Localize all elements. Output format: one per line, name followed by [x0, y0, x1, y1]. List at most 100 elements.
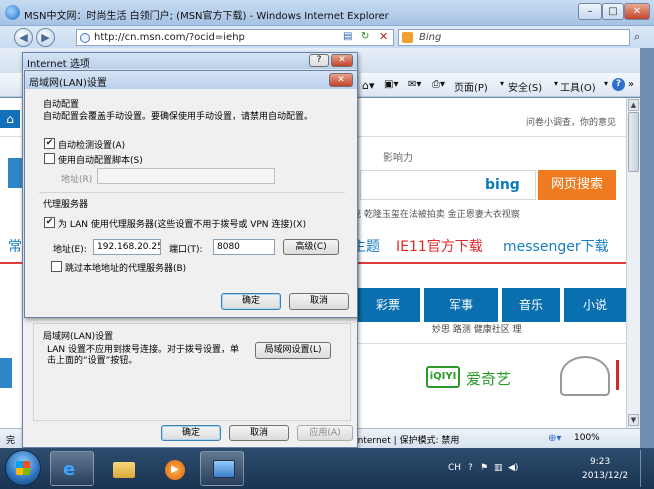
- internet-options-cancel-button[interactable]: 取消: [229, 425, 289, 441]
- tools-menu-arrow-icon[interactable]: ▾: [604, 79, 608, 88]
- msn-home-icon[interactable]: ⌂: [0, 110, 20, 128]
- browser-title-bar: MSN中文网：时尚生活 白领门户; (MSN官方下载) - Windows In…: [0, 0, 654, 26]
- auto-detect-checkbox[interactable]: ✔: [44, 138, 55, 149]
- internet-options-close-button[interactable]: ✕: [331, 54, 353, 67]
- scroll-thumb[interactable]: [628, 112, 639, 172]
- address-bar[interactable]: http://cn.msn.com/?ocid=iehp ▤ ↻ ✕: [76, 29, 394, 46]
- ie11-download-promo[interactable]: IE11官方下载: [396, 236, 483, 256]
- influence-tab[interactable]: 影响力: [383, 149, 413, 164]
- ie-app-icon: [5, 5, 20, 20]
- internet-options-help-button[interactable]: ?: [309, 54, 329, 67]
- windows-logo-icon: [16, 461, 30, 475]
- print-icon[interactable]: ⎙▾: [432, 79, 445, 90]
- proxy-heading: 代理服务器: [43, 200, 89, 210]
- refresh-icon[interactable]: ↻: [361, 31, 369, 42]
- lan-dialog-title-bar: 局域网(LAN)设置 ✕: [25, 71, 357, 89]
- bypass-local-checkbox[interactable]: [51, 261, 62, 272]
- compat-view-icon[interactable]: ▤: [343, 31, 352, 42]
- nav-tile-music[interactable]: 音乐: [502, 288, 560, 322]
- search-field[interactable]: Bing: [398, 29, 630, 46]
- taskbar-explorer-button[interactable]: [100, 451, 144, 486]
- nav-tile-novel[interactable]: 小说: [564, 288, 626, 322]
- lan-ok-button[interactable]: 确定: [221, 293, 281, 310]
- lan-description: LAN 设置不应用到拨号连接。对于拨号设置，单击上面的“设置”按钮。: [47, 345, 239, 366]
- web-search-button[interactable]: 网页搜索: [538, 170, 616, 200]
- more-chevron-icon[interactable]: »: [628, 79, 634, 90]
- iqiyi-logo-text[interactable]: 爱奇艺: [466, 368, 511, 389]
- bing-search-icon: [402, 32, 413, 43]
- clock-date[interactable]: 2013/12/2: [582, 471, 628, 481]
- volume-tray-icon[interactable]: ◀): [508, 463, 518, 473]
- partner-bird-logo[interactable]: [560, 356, 610, 396]
- sub-links[interactable]: 妙思 路测 健康社区 理: [432, 322, 522, 335]
- safety-menu[interactable]: 安全(S): [508, 79, 542, 94]
- ie-icon: e: [63, 459, 76, 480]
- auto-script-label[interactable]: 使用自动配置脚本(S): [58, 153, 143, 166]
- page-icon: [80, 33, 90, 43]
- advanced-button[interactable]: 高级(C): [283, 239, 339, 255]
- proxy-port-label: 端口(T):: [169, 245, 203, 255]
- clock-time[interactable]: 9:23: [590, 457, 610, 467]
- minimize-button[interactable]: –: [578, 3, 602, 20]
- zoom-icon[interactable]: ⊕▾: [548, 433, 561, 444]
- nav-tile-lottery[interactable]: 彩票: [356, 288, 420, 322]
- media-player-icon: ▶: [165, 460, 185, 480]
- partner-logo-fragment: [616, 360, 619, 390]
- lan-dialog-close-button[interactable]: ✕: [329, 73, 353, 87]
- internet-options-title: Internet 选项: [27, 59, 90, 70]
- use-proxy-label[interactable]: 为 LAN 使用代理服务器(这些设置不用于拨号或 VPN 连接)(X): [58, 217, 306, 230]
- feeds-icon[interactable]: ▣▾: [384, 79, 398, 90]
- close-button[interactable]: ✕: [624, 3, 650, 20]
- lan-settings-dialog: 局域网(LAN)设置 ✕ 自动配置 自动配置会覆盖手动设置。要确保使用手动设置，…: [24, 70, 358, 318]
- navigation-bar: ◀ ▶ http://cn.msn.com/?ocid=iehp ▤ ↻ ✕ B…: [0, 26, 654, 48]
- taskbar-control-panel-button[interactable]: [200, 451, 244, 486]
- proxy-address-field[interactable]: 192.168.20.254: [93, 239, 161, 255]
- language-indicator[interactable]: CH: [448, 463, 461, 473]
- tools-menu[interactable]: 工具(O): [560, 79, 596, 94]
- auto-config-description: 自动配置会覆盖手动设置。要确保使用手动设置，请禁用自动配置。: [43, 112, 314, 122]
- forward-arrow-icon[interactable]: ▶: [36, 28, 55, 47]
- internet-options-apply-button[interactable]: 应用(A): [297, 425, 353, 441]
- network-tray-icon[interactable]: ▥: [494, 463, 503, 473]
- security-zone-text: Internet | 保护模式: 禁用: [355, 436, 460, 446]
- proxy-address-label: 地址(E):: [53, 245, 87, 255]
- script-address-field[interactable]: [97, 168, 275, 184]
- internet-options-ok-button[interactable]: 确定: [161, 425, 221, 441]
- stop-icon[interactable]: ✕: [379, 30, 388, 43]
- use-proxy-checkbox[interactable]: ✔: [44, 217, 55, 228]
- search-input-box[interactable]: bing: [360, 170, 536, 200]
- auto-detect-label[interactable]: 自动检测设置(A): [58, 138, 125, 151]
- divider: [356, 343, 626, 344]
- browser-window-title: MSN中文网：时尚生活 白领门户; (MSN官方下载) - Windows In…: [24, 11, 389, 22]
- safety-menu-arrow-icon[interactable]: ▾: [554, 79, 558, 88]
- taskbar-media-button[interactable]: ▶: [150, 451, 194, 486]
- page-menu-arrow-icon[interactable]: ▾: [500, 79, 504, 88]
- page-scrollbar[interactable]: ▲ ▼: [626, 98, 640, 428]
- zoom-level[interactable]: 100%: [574, 433, 600, 443]
- help-icon[interactable]: ?: [612, 78, 625, 91]
- home-icon[interactable]: ⌂▾: [362, 79, 375, 92]
- status-text: 完: [6, 436, 16, 446]
- taskbar-ie-button[interactable]: e: [50, 451, 94, 486]
- bypass-local-label[interactable]: 跳过本地地址的代理服务器(B): [65, 261, 186, 274]
- start-button[interactable]: [5, 450, 41, 486]
- back-arrow-icon[interactable]: ◀: [14, 28, 33, 47]
- maximize-button[interactable]: □: [602, 3, 624, 20]
- scroll-down-arrow-icon[interactable]: ▼: [628, 414, 639, 426]
- auto-script-checkbox[interactable]: [44, 153, 55, 164]
- survey-link[interactable]: 问卷小调查，你的意见: [526, 115, 616, 128]
- search-magnifier-icon[interactable]: ⌕: [634, 30, 640, 44]
- flag-tray-icon[interactable]: ⚑: [480, 463, 488, 473]
- lan-settings-button[interactable]: 局域网设置(L): [255, 342, 331, 359]
- mail-icon[interactable]: ✉▾: [408, 79, 421, 90]
- hot-search-words[interactable]: 统 乾隆玉玺在法被拍卖 金正恩妻大衣视察: [352, 207, 520, 220]
- lan-cancel-button[interactable]: 取消: [289, 293, 349, 310]
- iqiyi-logo-mark[interactable]: iQIYI: [426, 366, 460, 388]
- proxy-port-field[interactable]: 8080: [213, 239, 275, 255]
- scroll-up-arrow-icon[interactable]: ▲: [628, 99, 639, 111]
- show-desktop-button[interactable]: [640, 450, 652, 487]
- page-menu[interactable]: 页面(P): [454, 79, 488, 94]
- messenger-download-promo[interactable]: messenger下载: [503, 236, 609, 256]
- nav-tile-military[interactable]: 军事: [424, 288, 498, 322]
- help-tray-icon[interactable]: ?: [468, 463, 473, 473]
